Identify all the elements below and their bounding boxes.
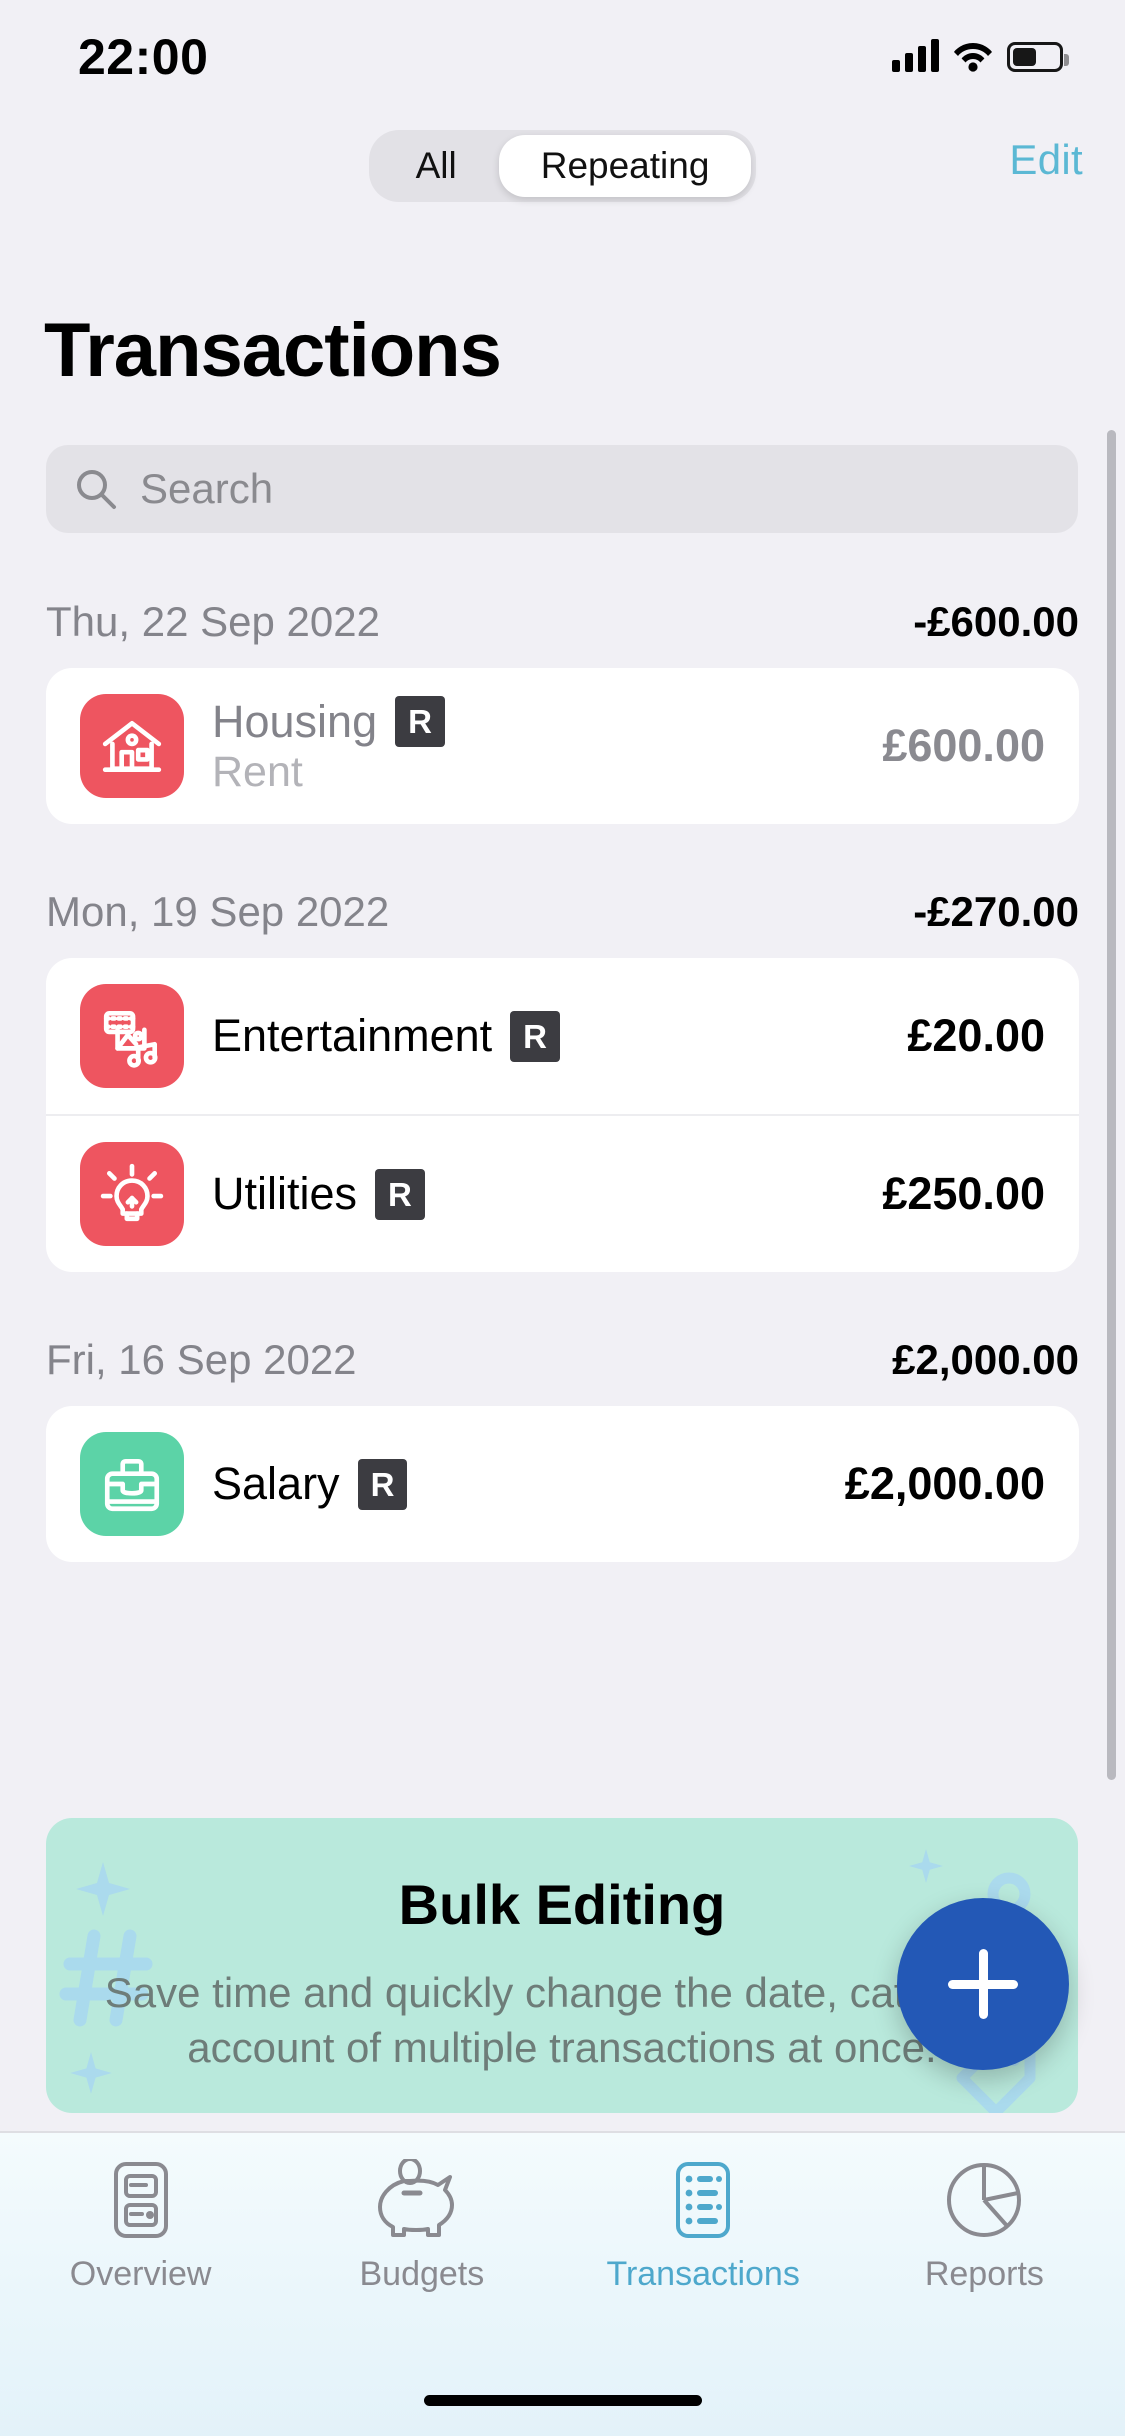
battery-icon	[1007, 42, 1069, 72]
app-screen: 22:00 All Repeating Edit Transactions Se…	[0, 0, 1125, 2436]
transaction-category: Salary	[212, 1458, 340, 1509]
search-placeholder: Search	[140, 465, 274, 512]
page-title: Transactions	[44, 308, 502, 393]
tab-budgets[interactable]: Budgets	[281, 2159, 562, 2294]
repeating-badge: R	[395, 696, 445, 747]
transaction-category: Housing	[212, 695, 378, 747]
transaction-amount: £2,000.00	[844, 1458, 1045, 1509]
transaction-amount: £250.00	[882, 1168, 1045, 1219]
transaction-group-header: Fri, 16 Sep 2022 £2,000.00	[0, 1298, 1125, 1406]
table-row[interactable]: Entertainment R £20.00	[46, 958, 1079, 1114]
transaction-details: Entertainment R	[212, 1010, 891, 1062]
transaction-group: Thu, 22 Sep 2022 -£600.00 Housing R Rent £600…	[0, 560, 1125, 824]
transaction-card: Salary R £2,000.00	[46, 1406, 1079, 1562]
transaction-amount: £600.00	[882, 720, 1045, 771]
add-transaction-button[interactable]	[897, 1898, 1069, 2070]
transaction-group: Mon, 19 Sep 2022 -£270.00 Entertainment R £2…	[0, 850, 1125, 1272]
tab-overview[interactable]: Overview	[0, 2159, 281, 2294]
pie-chart-icon	[947, 2163, 1022, 2237]
transaction-amount: £20.00	[907, 1010, 1045, 1061]
transaction-group-header: Thu, 22 Sep 2022 -£600.00	[0, 560, 1125, 668]
transaction-details: Utilities R	[212, 1168, 866, 1220]
search-icon	[77, 470, 116, 509]
transactions-list-icon	[676, 2162, 731, 2238]
tab-label-transactions: Transactions	[606, 2255, 800, 2293]
tab-transactions[interactable]: Transactions	[563, 2159, 844, 2294]
repeating-badge: R	[375, 1168, 425, 1220]
transaction-category: Entertainment	[212, 1010, 493, 1061]
group-total: £2,000.00	[892, 1336, 1079, 1383]
transaction-card: Housing R Rent £600.00	[46, 668, 1079, 824]
transaction-note: Rent	[212, 747, 303, 796]
segment-all[interactable]: All	[374, 135, 499, 197]
table-row[interactable]: Housing R Rent £600.00	[46, 668, 1079, 824]
bottom-tab-bar: Overview Budgets Transactions Reports	[0, 2131, 1125, 2436]
wifi-icon	[954, 43, 992, 72]
transaction-category: Utilities	[212, 1168, 358, 1219]
status-bar: 22:00	[0, 0, 1125, 110]
cellular-signal-icon	[892, 38, 939, 72]
transaction-details: Salary R	[212, 1458, 829, 1510]
table-row[interactable]: Utilities R £250.00	[46, 1114, 1079, 1272]
edit-button[interactable]: Edit	[1009, 136, 1083, 184]
group-date: Fri, 16 Sep 2022	[46, 1336, 357, 1383]
tab-label-overview: Overview	[69, 2255, 212, 2293]
overview-icon	[113, 2162, 168, 2238]
transaction-card: Entertainment R £20.00 Utilities R £250.00	[46, 958, 1079, 1272]
group-total: -£270.00	[913, 888, 1079, 935]
status-bar-indicators	[892, 30, 1069, 72]
group-date: Thu, 22 Sep 2022	[46, 598, 380, 645]
filter-segmented-control[interactable]: All Repeating	[0, 130, 1125, 202]
tab-label-reports: Reports	[924, 2255, 1044, 2293]
tab-reports[interactable]: Reports	[844, 2159, 1125, 2294]
lightbulb-icon	[80, 1142, 184, 1246]
transaction-list: Thu, 22 Sep 2022 -£600.00 Housing R Rent £600…	[0, 560, 1125, 1588]
promo-body: Save time and quickly change the date, c…	[104, 1969, 1020, 2072]
table-row[interactable]: Salary R £2,000.00	[46, 1406, 1079, 1562]
piggy-bank-icon	[377, 2159, 454, 2237]
segment-repeating[interactable]: Repeating	[498, 135, 752, 197]
search-input[interactable]: Search	[46, 445, 1078, 533]
tab-label-budgets: Budgets	[359, 2255, 485, 2293]
group-total: -£600.00	[913, 598, 1079, 645]
briefcase-icon	[80, 1432, 184, 1536]
status-bar-time: 22:00	[78, 29, 209, 85]
repeating-badge: R	[357, 1458, 408, 1510]
transaction-group-header: Mon, 19 Sep 2022 -£270.00	[0, 850, 1125, 958]
media-icon	[80, 984, 184, 1088]
repeating-badge: R	[510, 1010, 560, 1062]
home-indicator	[423, 2395, 702, 2406]
house-icon	[80, 694, 184, 798]
transaction-details: Housing R Rent	[212, 696, 866, 797]
group-date: Mon, 19 Sep 2022	[46, 888, 390, 935]
transaction-group: Fri, 16 Sep 2022 £2,000.00 Salary R £2,000.0…	[0, 1298, 1125, 1562]
